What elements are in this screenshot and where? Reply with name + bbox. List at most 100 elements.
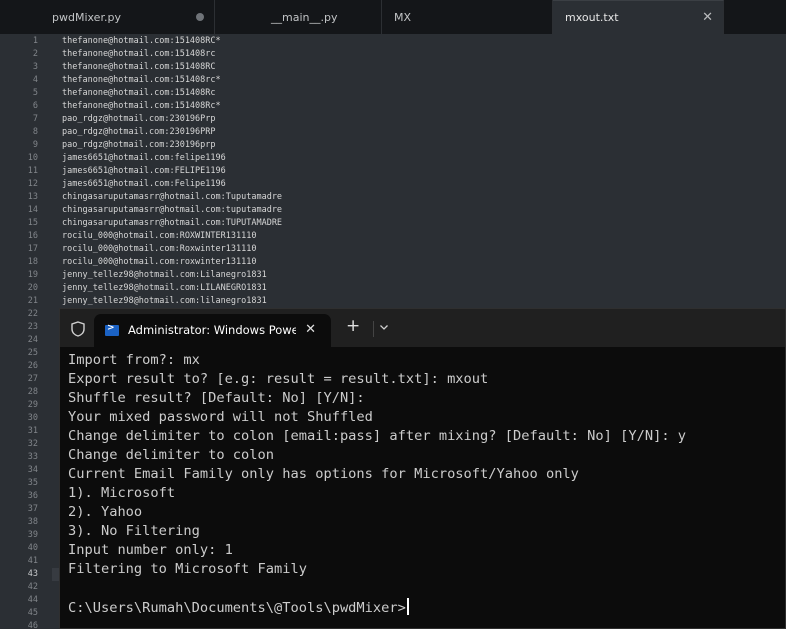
line-number: 28	[27, 387, 38, 397]
code-line[interactable]: jenny_tellez98@hotmail.com:LILANEGRO1831	[62, 282, 267, 295]
line-number: 4	[32, 75, 38, 85]
line-number: 43	[27, 569, 38, 579]
line-number: 6	[32, 101, 38, 111]
tab-label: mxout.txt	[565, 11, 619, 24]
terminal-line: Shuffle result? [Default: No] [Y/N]:	[68, 390, 365, 406]
tab-mx[interactable]: MX	[382, 0, 553, 34]
line-number: 3	[32, 62, 38, 72]
line-number: 39	[27, 530, 38, 540]
line-number: 2	[32, 49, 38, 59]
line-number: 9	[32, 140, 38, 150]
line-number: 21	[27, 296, 38, 306]
chevron-down-icon[interactable]	[379, 322, 389, 332]
code-line[interactable]: thefanone@hotmail.com:151408RC	[62, 61, 216, 74]
tab-separator	[373, 321, 374, 337]
tab-label: MX	[394, 10, 412, 24]
terminal-line: Your mixed password will not Shuffled	[68, 409, 373, 425]
code-line[interactable]: chingasaruputamasrr@hotmail.com:tuputama…	[62, 204, 282, 217]
line-number: 44	[27, 595, 38, 605]
line-number: 41	[27, 556, 38, 566]
line-number: 23	[27, 322, 38, 332]
code-line[interactable]: thefanone@hotmail.com:151408rc	[62, 48, 216, 61]
terminal-line: Current Email Family only has options fo…	[68, 466, 579, 482]
line-number: 46	[27, 621, 38, 629]
tab-label: __main__.py	[271, 10, 338, 24]
text-cursor	[406, 598, 409, 615]
line-number: 5	[32, 88, 38, 98]
line-number: 34	[27, 465, 38, 475]
code-line[interactable]: james6651@hotmail.com:felipe1196	[62, 152, 226, 165]
tab-label: pwdMixer.py	[52, 10, 121, 24]
line-number: 36	[27, 491, 38, 501]
line-number: 13	[27, 192, 38, 202]
line-number: 7	[32, 114, 38, 124]
close-icon[interactable]: ✕	[305, 322, 316, 337]
editor-tab-bar: pwdMixer.py __main__.py MX mxout.txt ✕	[0, 0, 786, 34]
terminal-line: Import from?: mx	[68, 352, 200, 368]
code-line[interactable]: thefanone@hotmail.com:151408RC*	[62, 35, 221, 48]
tab-main-py[interactable]: __main__.py	[215, 0, 382, 34]
terminal-prompt[interactable]: C:\Users\Rumah\Documents\@Tools\pwdMixer…	[68, 598, 783, 617]
line-number: 10	[27, 153, 38, 163]
terminal-output[interactable]: Import from?: mx Export result to? [e.g: …	[68, 351, 783, 617]
terminal-line: Change delimiter to colon	[68, 447, 275, 463]
terminal-line: 2). Yahoo	[68, 504, 143, 520]
terminal-line: Export result to? [e.g: result = result.…	[68, 371, 489, 387]
terminal-tab-bar: > Administrator: Windows PowerShell ✕ +	[60, 309, 785, 347]
terminal-tab-title: Administrator: Windows PowerShell	[128, 323, 296, 337]
line-number: 8	[32, 127, 38, 137]
code-line[interactable]: jenny_tellez98@hotmail.com:lilanegro1831	[62, 295, 267, 308]
terminal-tab[interactable]: > Administrator: Windows PowerShell ✕	[94, 314, 331, 347]
terminal-line: 3). No Filtering	[68, 523, 200, 539]
powershell-icon: >	[105, 323, 119, 336]
line-number: 18	[27, 257, 38, 267]
tab-mxout-txt[interactable]: mxout.txt ✕	[553, 0, 724, 34]
line-number: 20	[27, 283, 38, 293]
code-line[interactable]: rocilu_000@hotmail.com:roxwinter131110	[62, 256, 256, 269]
terminal-window[interactable]: > Administrator: Windows PowerShell ✕ + …	[59, 308, 786, 629]
code-line[interactable]: pao_rdgz@hotmail.com:230196prp	[62, 139, 216, 152]
code-line[interactable]: chingasaruputamasrr@hotmail.com:TUPUTAMA…	[62, 217, 282, 230]
code-line[interactable]: james6651@hotmail.com:FELIPE1196	[62, 165, 226, 178]
line-number: 40	[27, 543, 38, 553]
code-line[interactable]: pao_rdgz@hotmail.com:230196PRP	[62, 126, 216, 139]
line-number: 29	[27, 400, 38, 410]
line-number: 19	[27, 270, 38, 280]
line-number: 11	[27, 166, 38, 176]
code-line[interactable]: jenny_tellez98@hotmail.com:Lilanegro1831	[62, 269, 267, 282]
code-line[interactable]: rocilu_000@hotmail.com:ROXWINTER131110	[62, 230, 256, 243]
tab-pwdmixer-py[interactable]: pwdMixer.py	[0, 0, 215, 34]
code-line[interactable]: james6651@hotmail.com:Felipe1196	[62, 178, 226, 191]
line-number: 32	[27, 439, 38, 449]
code-line[interactable]: chingasaruputamasrr@hotmail.com:Tuputama…	[62, 191, 282, 204]
line-number: 27	[27, 374, 38, 384]
modified-dot-icon[interactable]	[196, 13, 204, 21]
line-number: 14	[27, 205, 38, 215]
line-number: 30	[27, 413, 38, 423]
line-number: 45	[27, 608, 38, 618]
new-tab-button[interactable]: +	[346, 316, 360, 336]
code-line[interactable]: thefanone@hotmail.com:151408rc*	[62, 74, 221, 87]
line-number: 31	[27, 426, 38, 436]
terminal-line: 1). Microsoft	[68, 485, 176, 501]
line-number: 42	[27, 582, 38, 592]
line-number: 22	[27, 309, 38, 319]
line-number-gutter: 1 2 3 4 5 6 7 8 9 10 11 12 13 14 15 16 17 18 19 20 21 22 23 24 2…	[0, 34, 52, 629]
line-number: 37	[27, 504, 38, 514]
line-number: 16	[27, 231, 38, 241]
code-line[interactable]: thefanone@hotmail.com:151408Rc	[62, 87, 216, 100]
line-number: 26	[27, 361, 38, 371]
code-line[interactable]: thefanone@hotmail.com:151408Rc*	[62, 100, 221, 113]
line-number: 33	[27, 452, 38, 462]
terminal-line: Filtering to Microsoft Family	[68, 561, 307, 577]
terminal-line: Input number only: 1	[68, 542, 233, 558]
shield-icon	[71, 321, 85, 337]
line-number: 24	[27, 335, 38, 345]
line-number: 15	[27, 218, 38, 228]
close-icon[interactable]: ✕	[702, 10, 713, 25]
line-number: 38	[27, 517, 38, 527]
line-number: 17	[27, 244, 38, 254]
line-number: 35	[27, 478, 38, 488]
code-line[interactable]: rocilu_000@hotmail.com:Roxwinter131110	[62, 243, 256, 256]
code-line[interactable]: pao_rdgz@hotmail.com:230196Prp	[62, 113, 216, 126]
